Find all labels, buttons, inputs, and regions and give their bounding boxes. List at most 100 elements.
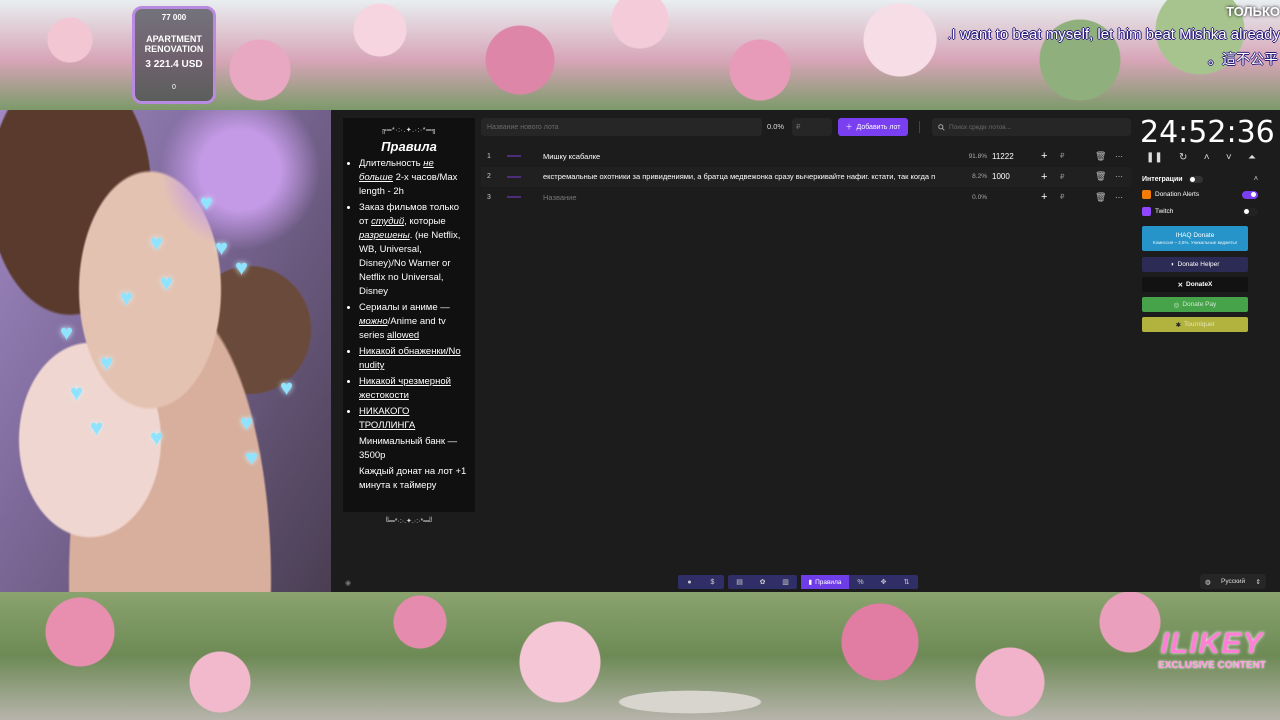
delete-lot-icon[interactable]: 🗑: [1095, 171, 1106, 182]
more-options-icon[interactable]: ⋯: [1115, 193, 1123, 202]
lot-name[interactable]: Название: [543, 193, 971, 202]
chevron-updown-icon: ⇕: [1255, 578, 1261, 586]
donate-pay-icon: ◎: [1173, 301, 1180, 309]
donation-alerts-icon: [1142, 190, 1151, 199]
ihaq-sublabel: Комиссия – 3,5%. Уникальные виджеты!: [1152, 240, 1238, 245]
currency-icon[interactable]: ₽: [1060, 173, 1064, 181]
background-garden-bottom: [0, 592, 1280, 720]
tourniquet-icon: ✱: [1175, 321, 1182, 329]
currency-icon[interactable]: ₽: [1060, 193, 1064, 201]
twitch-icon: [1142, 207, 1151, 216]
lot-color-swatch[interactable]: [507, 155, 521, 158]
chevron-up-icon[interactable]: ˄: [1254, 176, 1258, 183]
lot-color-swatch[interactable]: [507, 175, 521, 178]
chat-overlay: ТОЛЬКО .I want to beat myself, let him b…: [880, 4, 1280, 69]
bottom-group-links: ● $: [678, 575, 724, 589]
globe-icon: ◍: [1205, 578, 1211, 586]
history-icon[interactable]: ▤: [728, 575, 751, 589]
heart-sticker-icon: ♥: [90, 415, 104, 440]
lot-row[interactable]: 2 екстремальные охотники за привидениями…: [481, 166, 1131, 187]
stats-icon[interactable]: ▥: [774, 575, 797, 589]
rules-list: Длительность не больше 2-х часов/Max len…: [351, 157, 467, 493]
move-icon[interactable]: ✥: [872, 575, 895, 589]
integration-donation-alerts[interactable]: Donation Alerts: [1142, 186, 1258, 203]
ihaq-donate-button[interactable]: IHAQ Donate Комиссия – 3,5%. Уникальные …: [1142, 226, 1248, 251]
dollar-icon[interactable]: $: [701, 575, 724, 589]
percent-icon[interactable]: %: [849, 575, 872, 589]
integration-twitch[interactable]: Twitch: [1142, 203, 1258, 220]
reset-icon[interactable]: ↻: [1179, 152, 1187, 163]
logo-line-1: ILIKEY: [1160, 627, 1264, 660]
double-chevron-up-icon[interactable]: ⏶: [1248, 152, 1256, 163]
search-input[interactable]: [949, 123, 1119, 131]
eye-icon[interactable]: ◉: [345, 579, 351, 587]
heart-sticker-icon: ♥: [200, 190, 214, 215]
github-icon[interactable]: ●: [678, 575, 701, 589]
twitch-switch[interactable]: [1242, 207, 1258, 216]
language-label: Русский: [1221, 578, 1246, 585]
donate-pay-button[interactable]: ◎ Donate Pay: [1142, 297, 1248, 312]
lot-index: 3: [487, 193, 491, 201]
currency-icon[interactable]: ₽: [1060, 152, 1064, 160]
heart-sticker-icon: ♥: [150, 425, 164, 450]
rule-item: Никакой обнаженки/No nudity: [359, 345, 467, 373]
heart-sticker-icon: ♥: [245, 445, 259, 470]
lot-row[interactable]: 3 Название 0.0% + ₽ 🗑 ⋯: [481, 187, 1131, 208]
pause-icon[interactable]: ❚❚: [1146, 152, 1163, 163]
donate-helper-icon: ◗: [1170, 261, 1175, 268]
delete-lot-icon[interactable]: 🗑: [1095, 151, 1106, 162]
bottom-toolbar: ● $ ▤ ✿ ▥ ▮ Правила % ✥ ⇅: [678, 575, 918, 589]
add-lot-button[interactable]: ＋ Добавить лот: [838, 118, 908, 136]
rules-button[interactable]: ▮ Правила: [801, 575, 849, 589]
lot-name[interactable]: Мишку ксабалке: [543, 152, 971, 161]
lot-color-swatch[interactable]: [507, 196, 521, 199]
wheel-icon[interactable]: ✿: [751, 575, 774, 589]
tourniquet-button[interactable]: ✱ Tourniquet: [1142, 317, 1248, 332]
rules-decoration-top: ╔═*·:·.✦.·:·*═╗: [381, 127, 437, 134]
delete-lot-icon[interactable]: 🗑: [1095, 192, 1106, 203]
lot-index: 2: [487, 173, 491, 181]
chevron-up-icon[interactable]: ˄: [1204, 152, 1210, 163]
donation-alerts-switch[interactable]: [1242, 190, 1258, 199]
lot-search[interactable]: [932, 118, 1131, 136]
rule-item: Длительность не больше 2-х часов/Max len…: [359, 157, 467, 199]
heart-sticker-icon: ♥: [60, 320, 74, 345]
donatex-button[interactable]: ✕ DonateX: [1142, 277, 1248, 292]
add-amount-icon[interactable]: +: [1041, 171, 1047, 183]
chevron-down-icon[interactable]: ˅: [1226, 152, 1232, 163]
integrations-toggle[interactable]: [1188, 175, 1203, 183]
lot-index: 1: [487, 152, 491, 160]
lot-amount[interactable]: 11222: [992, 152, 1014, 161]
sort-icon[interactable]: ⇅: [895, 575, 918, 589]
donate-helper-button[interactable]: ◗ Donate Helper: [1142, 257, 1248, 272]
more-options-icon[interactable]: ⋯: [1115, 172, 1123, 181]
rule-item: Никакой чрезмерной жестокости: [359, 375, 467, 403]
heart-sticker-icon: ♥: [100, 350, 114, 375]
more-options-icon[interactable]: ⋯: [1115, 152, 1123, 161]
heart-sticker-icon: ♥: [160, 270, 174, 295]
logo-line-2: EXCLUSIVE CONTENT: [1158, 660, 1266, 671]
bottom-group-settings: ▮ Правила % ✥ ⇅: [801, 575, 918, 589]
lot-name[interactable]: екстремальные охотники за привидениями, …: [543, 172, 971, 181]
book-icon: ▮: [808, 579, 813, 586]
rule-item: НИКАКОГО ТРОЛЛИНГА: [359, 405, 467, 433]
lot-toolbar: 0.0% ＋ Добавить лот: [481, 118, 1131, 136]
heart-sticker-icon: ♥: [150, 230, 164, 255]
lot-amount[interactable]: 1000: [992, 172, 1010, 181]
chat-message: 。這不公平: [1208, 51, 1278, 67]
new-lot-name-input[interactable]: [481, 118, 762, 136]
rule-item: Заказ фильмов только от студий, которые …: [359, 201, 467, 299]
heart-sticker-icon: ♥: [235, 255, 249, 280]
add-amount-icon[interactable]: +: [1041, 150, 1047, 162]
ihaq-label: IHAQ Donate: [1175, 232, 1215, 239]
rule-item: Сериалы и аниме — можно/Anime and tv ser…: [359, 301, 467, 343]
language-select[interactable]: ◍ Русский ⇕: [1200, 574, 1266, 589]
goal-start: 0: [172, 84, 176, 91]
new-lot-amount-input[interactable]: [792, 118, 832, 136]
lot-row[interactable]: 1 Мишку ксабалке 91.8% 11222 + ₽ 🗑 ⋯: [481, 146, 1131, 167]
integrations-title: Интеграции: [1142, 175, 1183, 183]
add-amount-icon[interactable]: +: [1041, 191, 1047, 203]
webcam-feed: ♥ ♥ ♥ ♥ ♥ ♥ ♥ ♥ ♥ ♥ ♥ ♥ ♥ ♥: [0, 110, 331, 592]
lot-percent: 8.2%: [972, 173, 987, 181]
lot-percent: 0.0%: [972, 193, 987, 201]
